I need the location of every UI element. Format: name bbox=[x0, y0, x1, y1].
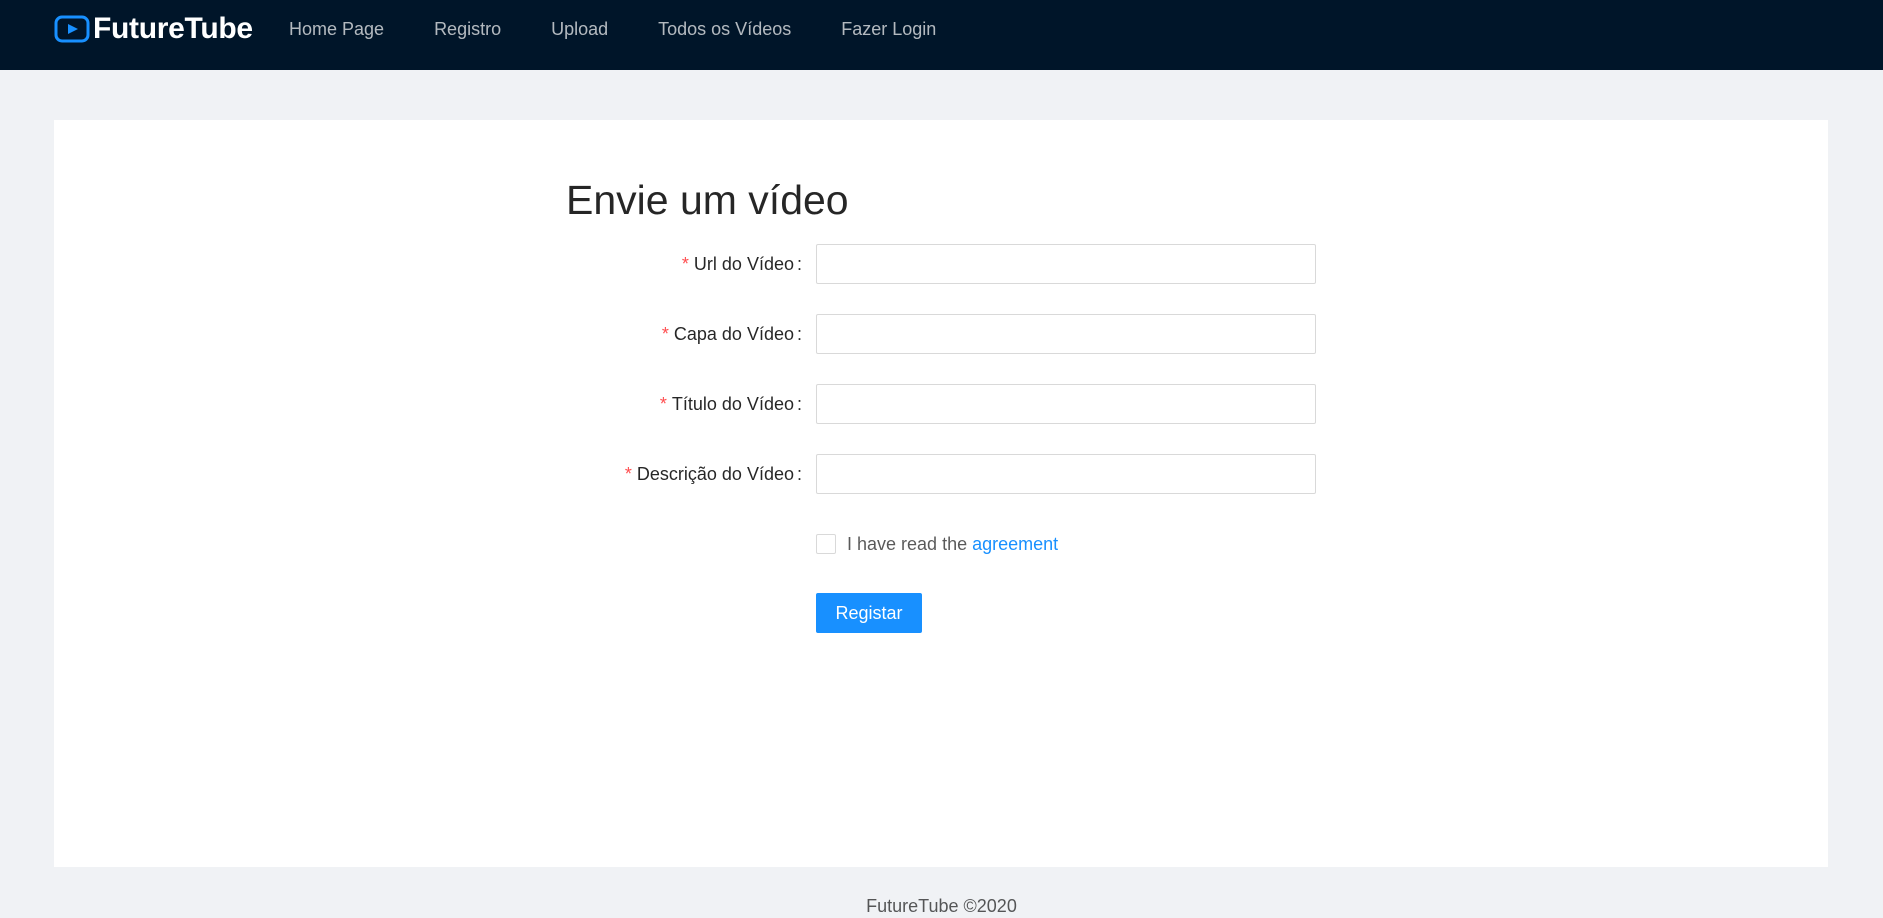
page-title: Envie um vídeo bbox=[566, 177, 849, 223]
video-title-input[interactable] bbox=[816, 384, 1316, 424]
video-url-input[interactable] bbox=[816, 244, 1316, 284]
field-label-cover: * Capa do Vídeo : bbox=[661, 323, 802, 344]
nav-item-todos-os-videos[interactable]: Todos os Vídeos bbox=[633, 19, 816, 40]
agreement-checkbox[interactable] bbox=[816, 534, 836, 554]
top-navbar: FutureTube Home Page Registro Upload Tod… bbox=[0, 0, 1883, 70]
nav-item-upload[interactable]: Upload bbox=[526, 19, 633, 40]
agreement-text: I have read the agreement bbox=[847, 533, 1059, 554]
form-row-url: * Url do Vídeo : bbox=[54, 244, 1828, 284]
brand-logo[interactable]: FutureTube bbox=[54, 12, 253, 46]
field-label-description: * Descrição do Vídeo : bbox=[624, 463, 802, 484]
main-nav: Home Page Registro Upload Todos os Vídeo… bbox=[264, 0, 961, 58]
required-mark: * bbox=[661, 323, 669, 344]
brand-name: FutureTube bbox=[93, 12, 253, 45]
agreement-link[interactable]: agreement bbox=[972, 534, 1058, 554]
play-button-icon bbox=[54, 14, 92, 44]
form-row-description: * Descrição do Vídeo : bbox=[54, 454, 1828, 494]
field-label-url: * Url do Vídeo : bbox=[681, 253, 802, 274]
required-mark: * bbox=[659, 393, 667, 414]
form-row-cover: * Capa do Vídeo : bbox=[54, 314, 1828, 354]
required-mark: * bbox=[681, 253, 689, 274]
agreement-row: I have read the agreement bbox=[816, 532, 1058, 556]
video-description-input[interactable] bbox=[816, 454, 1316, 494]
video-cover-input[interactable] bbox=[816, 314, 1316, 354]
main-content: Envie um vídeo * Url do Vídeo : * Capa d… bbox=[54, 120, 1828, 867]
nav-item-registro[interactable]: Registro bbox=[409, 19, 526, 40]
nav-item-home-page[interactable]: Home Page bbox=[264, 19, 409, 40]
required-mark: * bbox=[624, 463, 632, 484]
form-row-title: * Título do Vídeo : bbox=[54, 384, 1828, 424]
submit-button[interactable]: Registar bbox=[816, 593, 922, 633]
field-label-title: * Título do Vídeo : bbox=[659, 393, 802, 414]
footer: FutureTube ©2020 bbox=[866, 896, 1017, 916]
nav-item-fazer-login[interactable]: Fazer Login bbox=[816, 19, 961, 40]
